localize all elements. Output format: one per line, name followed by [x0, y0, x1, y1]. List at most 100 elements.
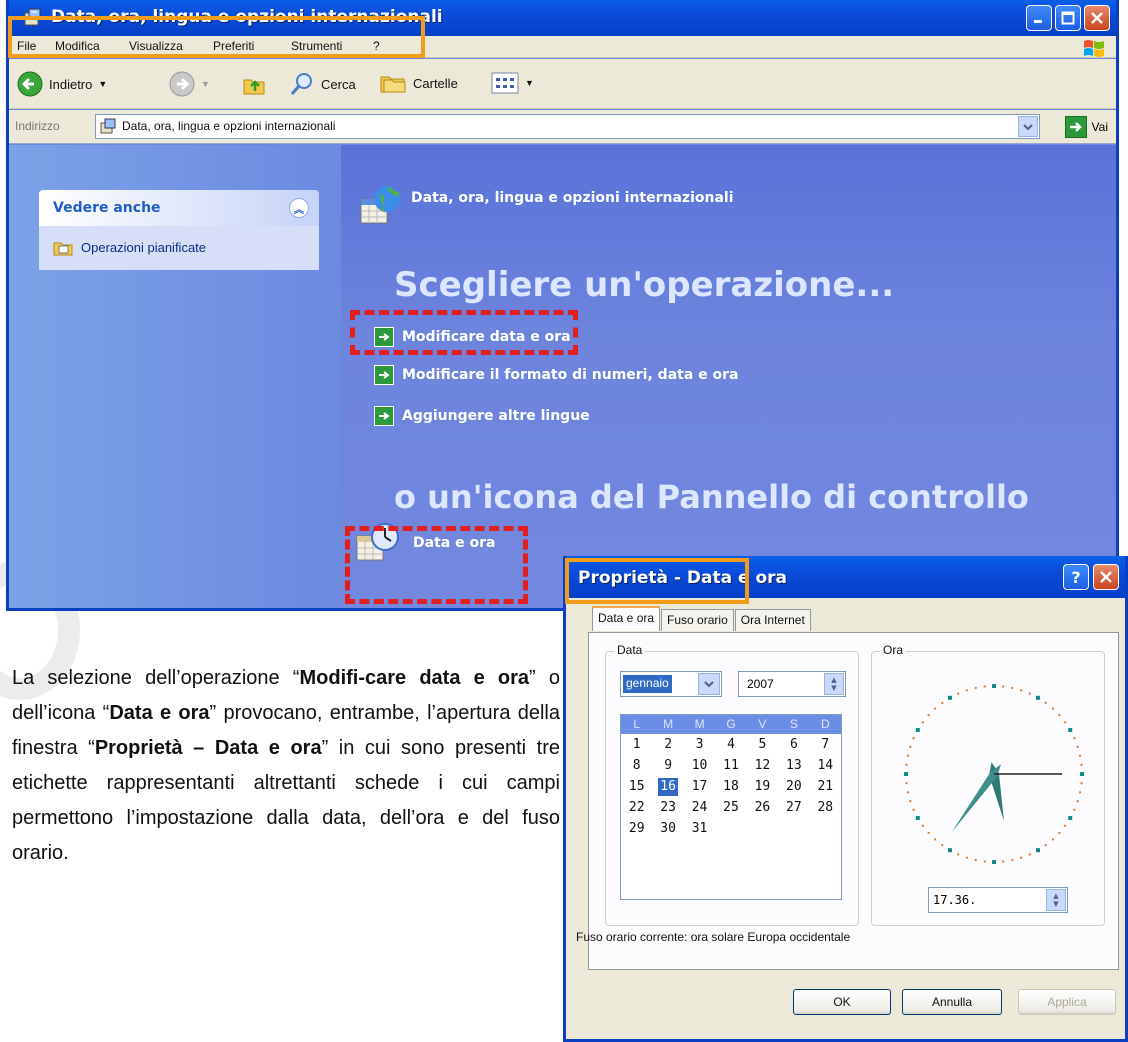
- calendar-day[interactable]: 17: [684, 778, 715, 796]
- screenshot-stage: Data, ora, lingua e opzioni internaziona…: [0, 0, 1128, 1042]
- hour-tick: [948, 695, 952, 700]
- dialog-title-highlight-box: [565, 558, 749, 604]
- title-highlight-box: [8, 16, 425, 58]
- up-folder-button[interactable]: [241, 71, 267, 97]
- minute-tick: [1002, 685, 1005, 688]
- time-group: Ora 17.36. ▲ ▼: [871, 643, 1105, 926]
- calendar-day[interactable]: 27: [778, 799, 809, 817]
- calendar-day[interactable]: 23: [652, 799, 683, 817]
- tab-internet-time[interactable]: Ora Internet: [734, 609, 811, 631]
- current-timezone-text: Fuso orario corrente: ora solare Europa …: [576, 930, 851, 944]
- calendar-day[interactable]: 30: [652, 820, 683, 838]
- folders-button[interactable]: Cartelle: [379, 71, 458, 95]
- calendar-day[interactable]: 11: [715, 757, 746, 775]
- calendar-grid[interactable]: LMMGVSD 1 2 3 4 5 6 7 8 9 10 11 12 13 14 15 16 17 18 19 20 2…: [620, 714, 842, 900]
- chevron-down-icon[interactable]: ▼: [201, 79, 210, 89]
- minute-tick: [1028, 853, 1031, 856]
- search-button[interactable]: Cerca: [289, 71, 356, 97]
- date-group-label: Data: [614, 643, 646, 657]
- chevron-down-icon[interactable]: [698, 673, 720, 695]
- time-spinner[interactable]: 17.36. ▲ ▼: [928, 887, 1068, 913]
- scheduled-tasks-link[interactable]: Operazioni pianificate: [53, 238, 206, 256]
- year-spinner[interactable]: 2007 ▲ ▼: [738, 671, 846, 697]
- chevron-down-icon[interactable]: ▼: [98, 79, 107, 89]
- hour-tick: [1068, 816, 1073, 820]
- calendar-day[interactable]: 9: [652, 757, 683, 775]
- back-button[interactable]: Indietro ▼: [17, 71, 107, 97]
- minute-tick: [1058, 714, 1061, 717]
- calendar-day[interactable]: 2: [652, 736, 683, 754]
- scheduled-tasks-icon: [53, 242, 73, 256]
- spinner-arrows-icon[interactable]: ▲ ▼: [824, 673, 844, 695]
- tab-date-time[interactable]: Data e ora: [592, 606, 661, 631]
- minute-tick: [957, 692, 960, 695]
- calendar-day[interactable]: 29: [621, 820, 652, 838]
- calendar-day[interactable]: 10: [684, 757, 715, 775]
- maximize-button[interactable]: [1055, 5, 1081, 31]
- go-button[interactable]: Vai: [1064, 116, 1108, 138]
- task-change-format[interactable]: Modificare il formato di numeri, data e …: [374, 365, 739, 385]
- calendar-day[interactable]: 6: [778, 736, 809, 754]
- pick-icon-heading: o un'icona del Pannello di controllo: [394, 478, 1029, 516]
- apply-button[interactable]: Applica: [1018, 989, 1116, 1015]
- spinner-arrows-icon[interactable]: ▲ ▼: [1046, 889, 1066, 911]
- calendar-day[interactable]: 19: [747, 778, 778, 796]
- calendar-day[interactable]: 18: [715, 778, 746, 796]
- date-time-properties-dialog: Proprietà - Data e ora ? Data e ora Fuso…: [563, 556, 1128, 1042]
- minimize-button[interactable]: [1026, 5, 1052, 31]
- minute-tick: [921, 721, 924, 724]
- calendar-day[interactable]: 3: [684, 736, 715, 754]
- ok-button[interactable]: OK: [793, 989, 891, 1015]
- help-button[interactable]: ?: [1063, 564, 1089, 590]
- calendar-day[interactable]: 8: [621, 757, 652, 775]
- weekday-header: D: [820, 717, 830, 731]
- minute-tick: [1002, 860, 1005, 863]
- dialog-close-button[interactable]: [1093, 564, 1119, 590]
- hour-tick: [948, 848, 952, 853]
- forward-button[interactable]: ▼: [169, 71, 210, 97]
- cancel-button[interactable]: Annulla: [902, 989, 1002, 1015]
- task-highlight-box: [350, 310, 578, 355]
- close-button[interactable]: [1084, 5, 1110, 31]
- calendar-day[interactable]: 13: [778, 757, 809, 775]
- weekday-header: M: [663, 717, 674, 731]
- calendar-day[interactable]: 14: [810, 757, 841, 775]
- minute-tick: [1044, 844, 1047, 847]
- bold-run: Modifi-care data e ora: [299, 667, 530, 689]
- views-button[interactable]: ▼: [491, 71, 534, 95]
- hour-tick: [1036, 848, 1040, 853]
- calendar-day[interactable]: 12: [747, 757, 778, 775]
- chevron-down-icon[interactable]: ▼: [525, 78, 534, 88]
- calendar-day[interactable]: 1: [621, 736, 652, 754]
- calendar-day[interactable]: 15: [621, 778, 652, 796]
- see-also-header[interactable]: Vedere anche ︽: [39, 190, 319, 226]
- calendar-day[interactable]: 28: [810, 799, 841, 817]
- calendar-day[interactable]: 21: [810, 778, 841, 796]
- task-add-languages[interactable]: Aggiungere altre lingue: [374, 406, 590, 426]
- calendar-day[interactable]: 16: [658, 778, 678, 796]
- weekday-header: G: [726, 717, 736, 731]
- calendar-day[interactable]: 7: [810, 736, 841, 754]
- calendar-day[interactable]: 22: [621, 799, 652, 817]
- pick-task-heading: Scegliere un'operazione...: [394, 265, 895, 305]
- time-group-label: Ora: [880, 643, 907, 657]
- minute-tick: [983, 685, 986, 688]
- collapse-chevron-icon[interactable]: ︽: [289, 198, 309, 218]
- chevron-down-icon[interactable]: [1018, 116, 1038, 137]
- weekday-header-row: LMMGVSD: [621, 715, 841, 734]
- calendar-day[interactable]: 4: [715, 736, 746, 754]
- month-select[interactable]: gennaio: [620, 671, 722, 697]
- calendar-day[interactable]: 25: [715, 799, 746, 817]
- minute-tick: [912, 737, 915, 740]
- calendar-day[interactable]: 31: [684, 820, 715, 838]
- calendar-day[interactable]: 26: [747, 799, 778, 817]
- calendar-day[interactable]: 24: [684, 799, 715, 817]
- address-label: Indirizzo: [15, 119, 60, 133]
- calendar-day[interactable]: 20: [778, 778, 809, 796]
- address-input[interactable]: Data, ora, lingua e opzioni internaziona…: [95, 114, 1040, 139]
- back-arrow-icon: [17, 71, 43, 97]
- globe-calendar-icon: [359, 183, 403, 231]
- minute-tick: [1079, 754, 1082, 757]
- calendar-day[interactable]: 5: [747, 736, 778, 754]
- tab-time-zone[interactable]: Fuso orario: [661, 609, 734, 631]
